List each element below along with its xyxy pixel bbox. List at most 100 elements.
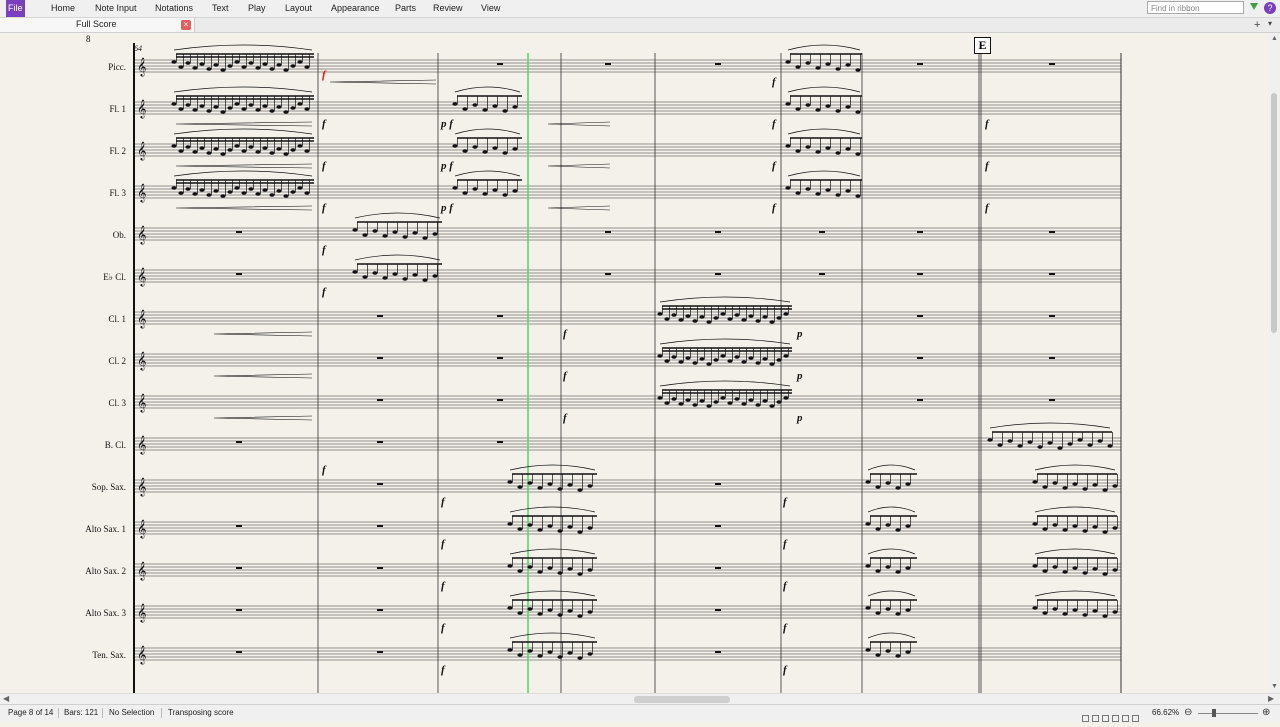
dynamic-forte[interactable]: f	[322, 464, 326, 476]
dynamic-forte[interactable]: f	[985, 160, 989, 172]
note-head	[234, 144, 240, 148]
view-spread-icon[interactable]	[1092, 715, 1099, 722]
status-transposing[interactable]: Transposing score	[168, 708, 234, 717]
view-width-icon[interactable]	[1122, 715, 1129, 722]
scroll-down-icon[interactable]: ▼	[1271, 683, 1278, 690]
note-head	[905, 566, 911, 570]
instrument-name[interactable]: Cl. 3	[0, 398, 126, 408]
dynamic-forte[interactable]: f	[441, 664, 445, 676]
dynamic-forte[interactable]: f	[322, 118, 326, 130]
note-head	[234, 60, 240, 64]
dynamic-forte[interactable]: f	[441, 580, 445, 592]
note-head	[502, 193, 508, 197]
ribbon-tab-view[interactable]: View	[479, 0, 502, 17]
dynamic-forte[interactable]: f	[783, 496, 787, 508]
ribbon-tab-notations[interactable]: Notations	[153, 0, 195, 17]
instrument-name[interactable]: Ob.	[0, 230, 126, 240]
dynamic-forte[interactable]: f	[563, 328, 567, 340]
zoom-in-icon[interactable]: ⊕	[1262, 707, 1270, 718]
find-dropdown-icon[interactable]	[1250, 3, 1258, 10]
ribbon-tab-note-input[interactable]: Note Input	[93, 0, 139, 17]
instrument-name[interactable]: Cl. 2	[0, 356, 126, 366]
dynamic-forte[interactable]: f	[322, 69, 326, 81]
new-tab-icon[interactable]: +	[1254, 19, 1260, 31]
zoom-slider[interactable]	[1198, 713, 1258, 714]
ribbon-tab-play[interactable]: Play	[246, 0, 268, 17]
ribbon-tab-text[interactable]: Text	[210, 0, 231, 17]
dynamic-forte[interactable]: f	[563, 412, 567, 424]
note-head	[785, 102, 791, 106]
note-head	[657, 312, 663, 316]
dynamic-piano[interactable]: p	[797, 328, 803, 340]
rehearsal-mark[interactable]: E	[974, 37, 991, 54]
instrument-name[interactable]: Fl. 1	[0, 104, 126, 114]
instrument-name[interactable]: Fl. 2	[0, 146, 126, 156]
dynamic-piano[interactable]: p	[797, 412, 803, 424]
note-head	[492, 104, 498, 108]
scroll-left-icon[interactable]: ◀	[3, 694, 9, 703]
help-icon[interactable]: ?	[1264, 2, 1276, 14]
instrument-name[interactable]: B. Cl.	[0, 440, 126, 450]
dynamic-forte[interactable]: f	[783, 664, 787, 676]
instrument-name[interactable]: Alto Sax. 1	[0, 524, 126, 534]
vertical-scroll-thumb[interactable]	[1271, 93, 1277, 333]
dynamic-piano-forte[interactable]: p f	[441, 160, 453, 172]
vertical-scrollbar[interactable]: ▲ ▼	[1268, 33, 1280, 693]
horizontal-scroll-thumb[interactable]	[634, 696, 730, 703]
ribbon-tab-home[interactable]: Home	[49, 0, 77, 17]
dynamic-forte[interactable]: f	[783, 580, 787, 592]
dynamic-piano-forte[interactable]: p f	[441, 202, 453, 214]
ribbon-tab-file[interactable]: File	[6, 0, 25, 17]
dynamic-forte[interactable]: f	[441, 622, 445, 634]
ribbon-tab-layout[interactable]: Layout	[283, 0, 314, 17]
dynamic-forte[interactable]: f	[985, 202, 989, 214]
instrument-name[interactable]: Sop. Sax.	[0, 482, 126, 492]
dynamic-piano[interactable]: p	[797, 370, 803, 382]
dynamic-piano-forte[interactable]: p f	[441, 118, 453, 130]
dynamic-forte[interactable]: f	[322, 244, 326, 256]
ribbon-tab-appearance[interactable]: Appearance	[329, 0, 382, 17]
instrument-name[interactable]: Ten. Sax.	[0, 650, 126, 660]
view-panorama-icon[interactable]	[1102, 715, 1109, 722]
close-tab-icon[interactable]: ×	[181, 20, 191, 30]
scroll-right-icon[interactable]: ▶	[1268, 694, 1274, 703]
view-full-icon[interactable]	[1132, 715, 1139, 722]
bar-rest	[605, 63, 611, 65]
instrument-name[interactable]: Alto Sax. 2	[0, 566, 126, 576]
tab-menu-icon[interactable]: ▾	[1268, 19, 1272, 28]
score-view[interactable]: 𝄞 𝄞 𝄞 𝄞 𝄞 𝄞 𝄞 𝄞 𝄞 𝄞 𝄞 𝄞 𝄞 𝄞 𝄞 8 64 E Picc. Fl. 1 Fl. 2…	[0, 33, 1268, 693]
zoom-out-icon[interactable]: ⊖	[1184, 707, 1192, 718]
score-canvas[interactable]: 𝄞 𝄞 𝄞 𝄞 𝄞 𝄞 𝄞 𝄞 𝄞 𝄞 𝄞 𝄞 𝄞 𝄞 𝄞	[0, 33, 1268, 693]
instrument-name[interactable]: Alto Sax. 3	[0, 608, 126, 618]
instrument-name[interactable]: Cl. 1	[0, 314, 126, 324]
view-mode-icons[interactable]	[1082, 709, 1146, 722]
dynamic-forte[interactable]: f	[441, 538, 445, 550]
dynamic-forte[interactable]: f	[322, 286, 326, 298]
dynamic-forte[interactable]: f	[772, 160, 776, 172]
dynamic-forte[interactable]: f	[322, 160, 326, 172]
dynamic-forte[interactable]: f	[322, 202, 326, 214]
dynamic-forte[interactable]: f	[772, 202, 776, 214]
zoom-slider-knob[interactable]	[1212, 709, 1216, 717]
view-page-icon[interactable]	[1082, 715, 1089, 722]
dynamic-forte[interactable]: f	[563, 370, 567, 382]
bar-rest	[715, 63, 721, 65]
instrument-name[interactable]: Fl. 3	[0, 188, 126, 198]
scroll-up-icon[interactable]: ▲	[1271, 35, 1278, 42]
dynamic-forte[interactable]: f	[772, 118, 776, 130]
dynamic-forte[interactable]: f	[772, 76, 776, 88]
find-in-ribbon-input[interactable]: Find in ribbon	[1147, 1, 1244, 14]
instrument-name[interactable]: Picc.	[0, 62, 126, 72]
zoom-level[interactable]: 66.62%	[1152, 708, 1179, 717]
view-fit-icon[interactable]	[1112, 715, 1119, 722]
tab-full-score[interactable]: Full Score ×	[0, 18, 195, 32]
note-head	[248, 145, 254, 149]
ribbon-tab-review[interactable]: Review	[431, 0, 465, 17]
dynamic-forte[interactable]: f	[783, 622, 787, 634]
ribbon-tab-parts[interactable]: Parts	[393, 0, 418, 17]
dynamic-forte[interactable]: f	[985, 118, 989, 130]
dynamic-forte[interactable]: f	[783, 538, 787, 550]
dynamic-forte[interactable]: f	[441, 496, 445, 508]
instrument-name[interactable]: E♭ Cl.	[0, 272, 126, 283]
status-page[interactable]: Page 8 of 14	[8, 708, 53, 717]
